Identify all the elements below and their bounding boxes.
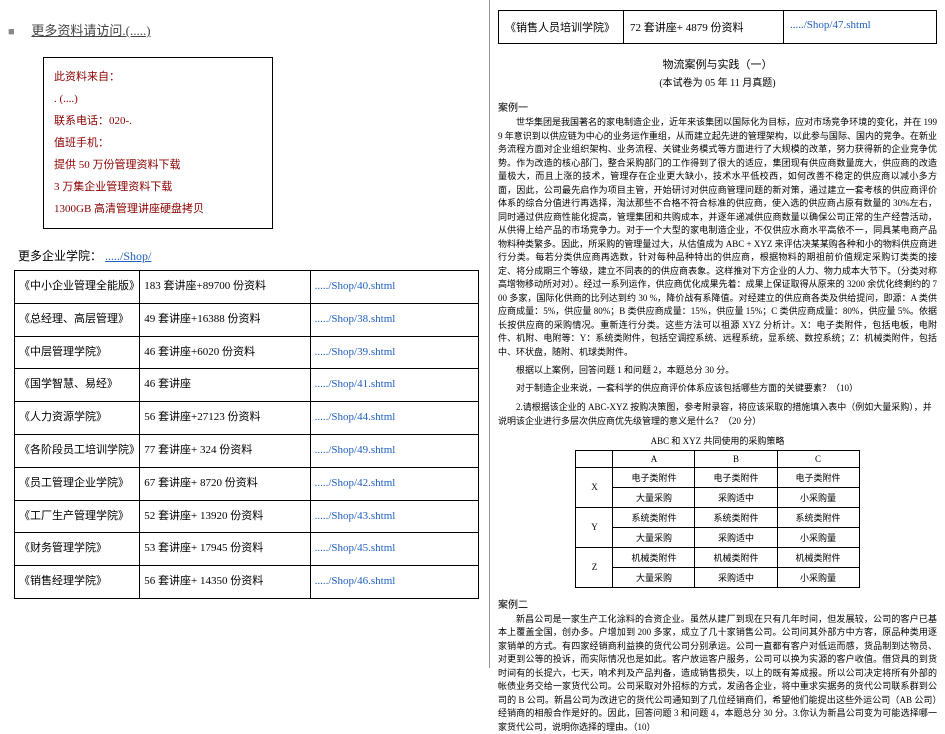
- matrix-cell: 小采购量: [777, 567, 859, 587]
- course-name: 《财务管理学院》: [15, 533, 140, 566]
- case1-paragraph: 世华集团是我国著名的家电制造企业，近年来该集团以国际化为目标，应对市场竞争环境的…: [498, 116, 937, 359]
- case1-label: 案例一: [498, 99, 937, 114]
- matrix-cell: 机械类附件: [695, 547, 777, 567]
- case2-label: 案例二: [498, 596, 937, 611]
- info-line: 值班手机：: [54, 132, 262, 154]
- course-count: 56 套讲座+ 14350 份资料: [140, 566, 310, 599]
- course-link[interactable]: ...../Shop/40.shtml: [310, 271, 478, 304]
- table-row: 《总经理、高层管理》49 套讲座+16388 份资料...../Shop/38.…: [15, 303, 479, 336]
- course-name: 《员工管理企业学院》: [15, 467, 140, 500]
- bullet-icon: ■: [8, 26, 15, 38]
- matrix-cell: 小采购量: [777, 527, 859, 547]
- top-row: 《销售人员培训学院》 72 套讲座+ 4879 份资料 ...../Shop/4…: [498, 10, 937, 44]
- matrix-cell: 小采购量: [777, 487, 859, 507]
- matrix-row-header: Z: [576, 547, 613, 587]
- matrix-cell: 电子类附件: [777, 467, 859, 487]
- course-name: 《总经理、高层管理》: [15, 303, 140, 336]
- matrix-cell: 电子类附件: [613, 467, 695, 487]
- case2-paragraph: 新昌公司是一家生产工化涂料的合资企业。虽然从建厂到现在只有几年时间，但发展较，公…: [498, 613, 937, 734]
- table-row: 《员工管理企业学院》67 套讲座+ 8720 份资料...../Shop/42.…: [15, 467, 479, 500]
- doc-title: 物流案例与实践（一）: [498, 56, 937, 72]
- course-link[interactable]: ...../Shop/39.shtml: [310, 336, 478, 369]
- matrix-col-a: A: [613, 450, 695, 467]
- matrix-cell: 大量采购: [613, 487, 695, 507]
- course-table: 《中小企业管理全能版》183 套讲座+89700 份资料...../Shop/4…: [14, 270, 479, 599]
- course-name: 《各阶段员工培训学院》: [15, 434, 140, 467]
- table-row: 《中小企业管理全能版》183 套讲座+89700 份资料...../Shop/4…: [15, 271, 479, 304]
- info-line: 3 万集企业管理资料下载: [54, 176, 262, 198]
- matrix-row-header: X: [576, 467, 613, 507]
- matrix-row-header: Y: [576, 507, 613, 547]
- info-line: 联系电话：020-.: [54, 110, 262, 132]
- course-link[interactable]: ...../Shop/49.shtml: [310, 434, 478, 467]
- course-link[interactable]: ...../Shop/38.shtml: [310, 303, 478, 336]
- table-row: 《中层管理学院》46 套讲座+6020 份资料...../Shop/39.sht…: [15, 336, 479, 369]
- table-row: 《销售经理学院》56 套讲座+ 14350 份资料...../Shop/46.s…: [15, 566, 479, 599]
- table-row: 《财务管理学院》53 套讲座+ 17945 份资料...../Shop/45.s…: [15, 533, 479, 566]
- left-column: ■ 更多资料请访问.(.....) 此资料来自： . (....) 联系电话：0…: [0, 0, 490, 668]
- question-intro: 根据以上案例，回答问题 1 和问题 2，本题总分 30 分。: [498, 363, 937, 377]
- matrix-cell: 采购适中: [695, 567, 777, 587]
- course-name: 《国学智慧、易经》: [15, 369, 140, 402]
- table-row: 《工厂生产管理学院》52 套讲座+ 13920 份资料...../Shop/43…: [15, 500, 479, 533]
- matrix-cell: 大量采购: [613, 527, 695, 547]
- top-row-link[interactable]: ...../Shop/47.shtml: [784, 11, 936, 43]
- matrix-cell: 系统类附件: [613, 507, 695, 527]
- course-name: 《中层管理学院》: [15, 336, 140, 369]
- course-count: 46 套讲座: [140, 369, 310, 402]
- course-count: 49 套讲座+16388 份资料: [140, 303, 310, 336]
- more-link-text[interactable]: 更多资料请访问.(.....): [31, 20, 150, 39]
- matrix-cell: 系统类附件: [695, 507, 777, 527]
- right-column: 《销售人员培训学院》 72 套讲座+ 4879 份资料 ...../Shop/4…: [490, 0, 945, 668]
- matrix-cell: 电子类附件: [695, 467, 777, 487]
- abc-xyz-matrix: A B C X电子类附件电子类附件电子类附件大量采购采购适中小采购量Y系统类附件…: [575, 450, 859, 588]
- matrix-cell: 系统类附件: [777, 507, 859, 527]
- info-line: 提供 50 万份管理资料下载: [54, 154, 262, 176]
- course-count: 46 套讲座+6020 份资料: [140, 336, 310, 369]
- table-row: 《国学智慧、易经》46 套讲座...../Shop/41.shtml: [15, 369, 479, 402]
- course-name: 《人力资源学院》: [15, 402, 140, 435]
- top-row-count: 72 套讲座+ 4879 份资料: [624, 11, 784, 43]
- matrix-cell: 机械类附件: [777, 547, 859, 567]
- matrix-title: ABC 和 XYZ 共同使用的采购策略: [498, 434, 937, 447]
- info-line: 此资料来自：: [54, 66, 262, 88]
- more-materials-link[interactable]: ■ 更多资料请访问.(.....): [8, 10, 481, 57]
- doc-subtitle: (本试卷为 05 年 11 月真题): [498, 74, 937, 89]
- course-name: 《工厂生产管理学院》: [15, 500, 140, 533]
- top-row-title: 《销售人员培训学院》: [499, 11, 624, 43]
- question-1: 对于制造企业来说，一套科学的供应商评价体系应该包括哪些方面的关键要素？（10）: [498, 381, 937, 395]
- course-link[interactable]: ...../Shop/41.shtml: [310, 369, 478, 402]
- course-name: 《销售经理学院》: [15, 566, 140, 599]
- course-link[interactable]: ...../Shop/42.shtml: [310, 467, 478, 500]
- course-link[interactable]: ...../Shop/43.shtml: [310, 500, 478, 533]
- shop-header-label: 更多企业学院：: [18, 249, 102, 263]
- matrix-corner: [576, 450, 613, 467]
- table-row: 《人力资源学院》56 套讲座+27123 份资料...../Shop/44.sh…: [15, 402, 479, 435]
- matrix-cell: 采购适中: [695, 527, 777, 547]
- matrix-cell: 采购适中: [695, 487, 777, 507]
- course-count: 77 套讲座+ 324 份资料: [140, 434, 310, 467]
- course-link[interactable]: ...../Shop/46.shtml: [310, 566, 478, 599]
- shop-header-link[interactable]: ...../Shop/: [105, 249, 151, 263]
- course-link[interactable]: ...../Shop/45.shtml: [310, 533, 478, 566]
- info-line: 1300GB 高清管理讲座硬盘拷贝: [54, 198, 262, 220]
- course-link[interactable]: ...../Shop/44.shtml: [310, 402, 478, 435]
- course-count: 53 套讲座+ 17945 份资料: [140, 533, 310, 566]
- course-count: 183 套讲座+89700 份资料: [140, 271, 310, 304]
- source-info-box: 此资料来自： . (....) 联系电话：020-. 值班手机： 提供 50 万…: [43, 57, 273, 229]
- course-count: 67 套讲座+ 8720 份资料: [140, 467, 310, 500]
- table-row: 《各阶段员工培训学院》77 套讲座+ 324 份资料...../Shop/49.…: [15, 434, 479, 467]
- course-name: 《中小企业管理全能版》: [15, 271, 140, 304]
- matrix-col-c: C: [777, 450, 859, 467]
- shop-header: 更多企业学院： ...../Shop/: [18, 247, 481, 264]
- matrix-col-b: B: [695, 450, 777, 467]
- course-count: 52 套讲座+ 13920 份资料: [140, 500, 310, 533]
- question-2: 2.请根据该企业的 ABC-XYZ 按购决策图，参考附录容，将应该采取的措施填入…: [498, 400, 937, 429]
- matrix-cell: 大量采购: [613, 567, 695, 587]
- matrix-cell: 机械类附件: [613, 547, 695, 567]
- info-line: . (....): [54, 88, 262, 110]
- course-count: 56 套讲座+27123 份资料: [140, 402, 310, 435]
